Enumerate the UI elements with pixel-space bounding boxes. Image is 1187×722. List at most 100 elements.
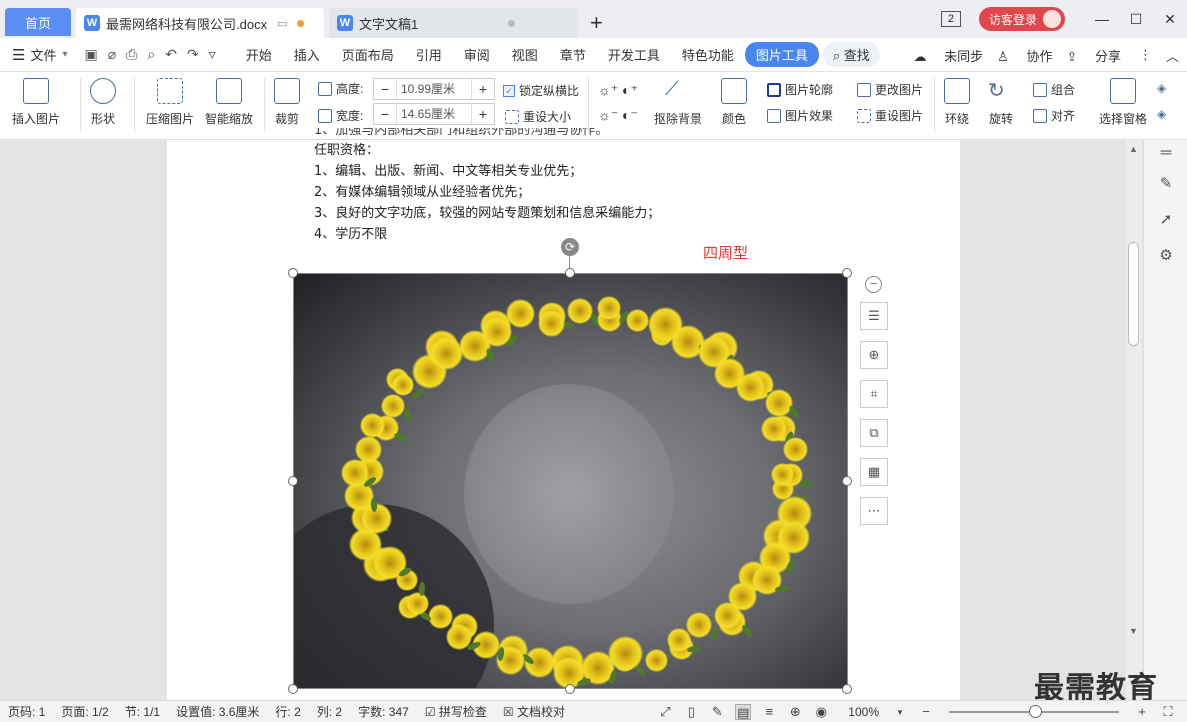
file-menu[interactable]: ☰ 文件 ▾ (12, 45, 68, 64)
spell-check-button[interactable]: ☑ 拼写检查 (425, 703, 487, 720)
settings-sliders-icon[interactable]: ⚙ (1156, 246, 1176, 266)
layout-options-icon[interactable]: ☰ (860, 302, 888, 330)
smart-zoom-button[interactable]: 智能缩放 (205, 78, 253, 127)
monitor-icon[interactable]: ▭ (277, 17, 287, 30)
resize-handle-right[interactable] (842, 476, 852, 486)
resize-handle-top-left[interactable] (288, 268, 298, 278)
sync-button[interactable]: ☁ 未同步 (914, 46, 984, 65)
crop-icon[interactable]: ⌗ (860, 380, 888, 408)
pen-icon[interactable]: ✎ (1156, 174, 1176, 194)
collapse-toolbar-icon[interactable]: − (865, 276, 882, 293)
picture-effect-button[interactable]: 图片效果 (767, 107, 833, 124)
more-options-icon[interactable]: ⋮ (1139, 47, 1152, 63)
rotate-button[interactable]: ↻ 旋转 (988, 78, 1014, 127)
tab-document-2[interactable]: W 文字文稿1 (329, 8, 578, 38)
brightness-up-button[interactable]: ☼⁺ (598, 82, 618, 99)
tab-document-1[interactable]: W 最需网络科技有限公司.docx ▭ (76, 8, 324, 38)
fullscreen-icon[interactable]: ⤢ (657, 704, 673, 720)
shape-button[interactable]: 形状 (90, 78, 116, 127)
menu-home[interactable]: 开始 (235, 45, 283, 64)
format-painter-icon[interactable]: ⌀ (108, 46, 116, 63)
eye-protection-icon[interactable]: ◉ (813, 704, 829, 720)
scrollbar-thumb[interactable] (1128, 242, 1139, 346)
resize-handle-left[interactable] (288, 476, 298, 486)
height-decrease-button[interactable]: − (374, 81, 396, 97)
new-tab-button[interactable]: + (590, 10, 603, 36)
zoom-in-icon[interactable]: ⊕ (860, 341, 888, 369)
selected-picture[interactable] (293, 273, 848, 689)
width-stepper[interactable]: − 14.65厘米 + (373, 103, 495, 125)
share-button[interactable]: ⇪ 分享 (1066, 46, 1121, 65)
menu-special[interactable]: 特色功能 (671, 45, 745, 64)
collab-button[interactable]: ♙ 协作 (997, 46, 1052, 65)
contrast-down-button[interactable]: ◐⁻ (622, 107, 638, 124)
print-preview-icon[interactable]: ⌕ (147, 46, 155, 63)
resize-handle-top-right[interactable] (842, 268, 852, 278)
group-button[interactable]: 组合 (1033, 81, 1075, 98)
status-word-count[interactable]: 字数: 347 (358, 703, 409, 720)
color-button[interactable]: 颜色 (721, 78, 747, 127)
visitor-login-button[interactable]: 访客登录 (978, 7, 1065, 31)
zoom-level[interactable]: 100% (848, 705, 879, 719)
fit-page-icon[interactable]: ⛶ (1160, 704, 1176, 720)
height-field[interactable]: 10.99厘米 (396, 79, 472, 99)
proofread-button[interactable]: ☒ 文档校对 (503, 703, 565, 720)
save-icon[interactable]: ▣ (85, 46, 98, 63)
more-icon[interactable]: ▿ (209, 46, 216, 63)
status-section[interactable]: 节: 1/1 (125, 703, 160, 720)
wrap-button[interactable]: 环绕 (944, 78, 970, 127)
resize-handle-bottom-left[interactable] (288, 684, 298, 694)
compress-picture-button[interactable]: 压缩图片 (146, 78, 194, 127)
scroll-down-icon[interactable]: ▼ (1129, 626, 1138, 636)
reading-mode-icon[interactable]: ▯ (683, 704, 699, 720)
more-icon[interactable]: ⋯ (860, 497, 888, 525)
layer-down-button[interactable]: ◈ (1157, 107, 1166, 121)
reset-picture-button[interactable]: 重设图片 (857, 107, 923, 124)
resize-handle-bottom-right[interactable] (842, 684, 852, 694)
select-cursor-icon[interactable]: ➚ (1156, 210, 1176, 230)
width-field[interactable]: 14.65厘米 (396, 104, 472, 124)
picture-to-text-icon[interactable]: ⧉ (860, 419, 888, 447)
menu-page-layout[interactable]: 页面布局 (331, 45, 405, 64)
web-view-icon[interactable]: ⊕ (787, 704, 803, 720)
zoom-slider[interactable] (949, 705, 1119, 718)
search-button[interactable]: ⌕ 查找 (822, 42, 880, 67)
resize-handle-bottom[interactable] (565, 684, 575, 694)
maximize-icon[interactable]: ☐ (1119, 11, 1153, 28)
window-count-badge[interactable]: 2 (940, 11, 961, 27)
rotate-handle-icon[interactable]: ⟳ (561, 238, 579, 256)
collapse-ribbon-icon[interactable]: ︿ (1166, 46, 1179, 65)
document-text[interactable]: 1、加强与内部相关部门和组织外部的沟通与协作。 任职资格： 1、编辑、出版、新闻… (314, 128, 660, 245)
menu-review[interactable]: 审阅 (453, 45, 501, 64)
close-icon[interactable]: ✕ (1153, 11, 1187, 28)
menu-picture-tools[interactable]: 图片工具 (744, 42, 819, 67)
panel-collapse-icon[interactable]: ═ (1156, 144, 1176, 164)
menu-developer[interactable]: 开发工具 (597, 45, 671, 64)
layer-up-button[interactable]: ◈ (1157, 81, 1166, 95)
brightness-down-button[interactable]: ☼⁻ (598, 107, 618, 124)
remove-background-button[interactable]: ⟋ 抠除背景 (654, 78, 702, 127)
align-button[interactable]: 对齐 (1033, 107, 1075, 124)
lock-ratio-checkbox[interactable]: ✓ 锁定纵横比 (503, 82, 579, 99)
width-decrease-button[interactable]: − (374, 106, 396, 122)
zoom-in-icon[interactable]: + (1134, 704, 1150, 720)
resize-handle-top[interactable] (565, 268, 575, 278)
minimize-icon[interactable]: — (1085, 11, 1119, 27)
change-picture-button[interactable]: 更改图片 (857, 81, 923, 98)
edit-mode-icon[interactable]: ✎ (709, 704, 725, 720)
redo-icon[interactable]: ↷ (187, 46, 199, 63)
height-increase-button[interactable]: + (472, 81, 494, 97)
insert-picture-button[interactable]: 插入图片 (12, 78, 60, 127)
zoom-out-icon[interactable]: − (918, 704, 934, 720)
width-increase-button[interactable]: + (472, 106, 494, 122)
selection-pane-button[interactable]: 选择窗格 (1099, 78, 1147, 127)
menu-section[interactable]: 章节 (549, 45, 597, 64)
page-view-icon[interactable]: ▤ (735, 704, 752, 720)
zoom-dropdown-icon[interactable]: ▾ (892, 704, 908, 720)
contrast-up-button[interactable]: ◐⁺ (622, 82, 638, 99)
menu-references[interactable]: 引用 (405, 45, 453, 64)
zoom-slider-knob[interactable] (1029, 705, 1042, 718)
outline-view-icon[interactable]: ≡ (761, 704, 777, 720)
close-tab-icon[interactable] (508, 19, 516, 27)
scroll-up-icon[interactable]: ▲ (1129, 144, 1138, 154)
